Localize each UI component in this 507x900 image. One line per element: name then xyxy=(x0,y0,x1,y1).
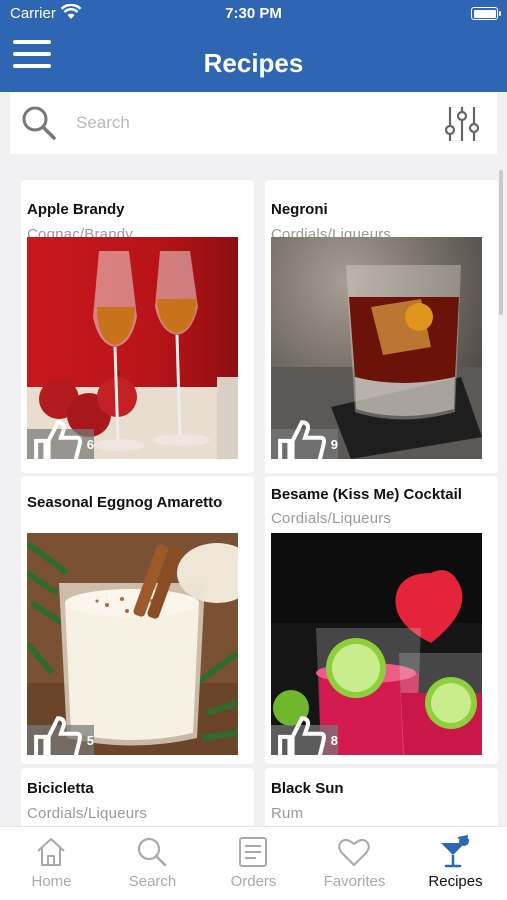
likes-badge[interactable]: 8 xyxy=(271,716,338,755)
likes-badge[interactable]: 6 xyxy=(27,420,94,459)
filter-sliders-icon[interactable] xyxy=(442,104,482,144)
tab-label: Recipes xyxy=(428,873,483,890)
recipe-card[interactable]: Seasonal Eggnog Amaretto 5 xyxy=(21,476,254,764)
tab-search[interactable]: Search xyxy=(102,827,203,900)
likes-count: 5 xyxy=(86,732,94,748)
likes-badge[interactable]: 5 xyxy=(27,716,94,755)
recipe-name: Negroni xyxy=(271,201,328,218)
likes-badge[interactable]: 9 xyxy=(271,420,338,459)
status-time: 7:30 PM xyxy=(225,5,282,22)
recipe-image: 5 xyxy=(27,533,238,755)
tab-orders[interactable]: Orders xyxy=(203,827,304,900)
scrollbar[interactable] xyxy=(499,170,503,315)
recipe-image: 6 xyxy=(27,237,238,459)
recipe-card[interactable]: Besame (Kiss Me) Cocktail Cordials/Lique… xyxy=(265,476,498,764)
likes-count: 8 xyxy=(330,732,338,748)
recipe-name: Besame (Kiss Me) Cocktail xyxy=(271,486,462,503)
tab-home[interactable]: Home xyxy=(1,827,102,900)
recipe-card[interactable]: Apple Brandy Cognac/Brandy 6 xyxy=(21,180,254,473)
page-title: Recipes xyxy=(203,48,304,78)
thumbs-up-icon xyxy=(34,716,83,755)
likes-count: 6 xyxy=(86,436,94,452)
tab-recipes[interactable]: Recipes xyxy=(405,827,506,900)
status-bar: Carrier 7:30 PM xyxy=(0,0,507,28)
recipe-name: Seasonal Eggnog Amaretto xyxy=(27,494,223,511)
thumbs-up-icon xyxy=(278,420,327,459)
home-icon xyxy=(37,838,65,866)
recipe-card[interactable]: Black Sun Rum xyxy=(265,768,498,826)
tab-label: Orders xyxy=(230,873,277,890)
orders-icon xyxy=(239,837,267,867)
recipe-name: Bicicletta xyxy=(27,780,94,797)
thumbs-up-icon xyxy=(34,420,83,459)
recipe-image: 9 xyxy=(271,237,482,459)
cocktail-icon xyxy=(441,835,469,868)
search-icon xyxy=(137,837,167,867)
search-icon[interactable] xyxy=(20,104,58,142)
battery-icon xyxy=(471,7,501,20)
tab-favorites[interactable]: Favorites xyxy=(304,827,405,900)
recipe-card[interactable]: Bicicletta Cordials/Liqueurs xyxy=(21,768,254,826)
search-bar xyxy=(10,92,497,154)
recipe-category: Rum xyxy=(271,805,304,822)
heart-icon xyxy=(338,838,370,866)
recipe-category: Cordials/Liqueurs xyxy=(27,805,148,822)
recipe-name: Black Sun xyxy=(271,780,344,797)
tab-bar: Home Search Orders Favorites Recipes xyxy=(0,826,507,900)
recipe-name: Apple Brandy xyxy=(27,201,125,218)
thumbs-up-icon xyxy=(278,716,327,755)
likes-count: 9 xyxy=(330,436,338,452)
tab-label: Search xyxy=(128,873,177,890)
recipe-card[interactable]: Negroni Cordials/Liqueurs 9 xyxy=(265,180,498,473)
recipe-grid: Apple Brandy Cognac/Brandy 6 Negroni Cor… xyxy=(0,166,507,826)
tab-label: Home xyxy=(31,873,72,890)
app-header: Carrier 7:30 PM Recipes xyxy=(0,0,507,92)
recipe-category: Cordials/Liqueurs xyxy=(271,510,392,527)
tab-label: Favorites xyxy=(323,873,386,890)
search-input[interactable] xyxy=(76,110,376,136)
recipe-image: 8 xyxy=(271,533,482,755)
